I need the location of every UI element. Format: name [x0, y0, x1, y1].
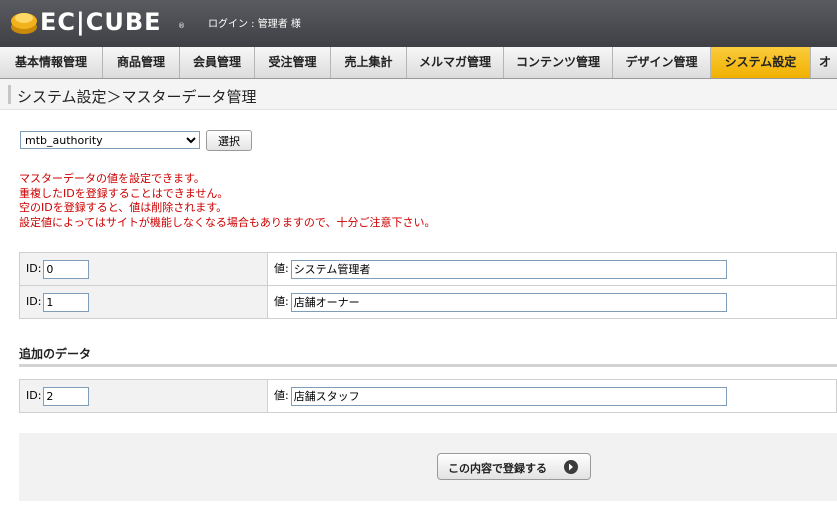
- nav-item-options[interactable]: オ: [811, 47, 837, 78]
- new-id-input[interactable]: [43, 386, 90, 406]
- nav-item-basic-info[interactable]: 基本情報管理: [0, 47, 103, 78]
- main-nav: 基本情報管理 商品管理 会員管理 受注管理 売上集計 メルマガ管理 コンテンツ管…: [0, 47, 837, 79]
- value-label: 値:: [273, 389, 289, 402]
- logo-text: EC|CUBE: [40, 8, 162, 36]
- notice-line: 空のIDを登録すると、値は削除されます。: [19, 201, 228, 214]
- logo-cube-icon: [11, 13, 37, 34]
- id-input[interactable]: [43, 259, 90, 279]
- value-label: 値:: [273, 262, 289, 275]
- notice-line: 重複したIDを登録することはできません。: [19, 186, 229, 200]
- value-input[interactable]: [290, 259, 727, 279]
- nav-item-sales[interactable]: 売上集計: [331, 47, 407, 78]
- title-accent: [8, 85, 11, 104]
- nav-item-customers[interactable]: 会員管理: [180, 47, 255, 78]
- value-cell: 値:: [266, 285, 837, 319]
- table-row: ID: 値:: [19, 285, 837, 319]
- id-input[interactable]: [43, 292, 90, 312]
- select-button[interactable]: 選択: [206, 130, 252, 151]
- title-bar: システム設定＞マスターデータ管理: [0, 79, 837, 110]
- value-cell: 値:: [266, 379, 837, 413]
- login-status: ログイン : 管理者 様: [208, 19, 301, 30]
- nav-item-orders[interactable]: 受注管理: [255, 47, 331, 78]
- id-cell: ID:: [19, 252, 268, 286]
- new-value-input[interactable]: [290, 386, 727, 406]
- nav-item-contents[interactable]: コンテンツ管理: [504, 47, 613, 78]
- id-label: ID:: [26, 295, 42, 308]
- id-label: ID:: [26, 262, 42, 275]
- footer-bar: [19, 433, 837, 501]
- nav-item-design[interactable]: デザイン管理: [613, 47, 711, 78]
- notice-line: マスターデータの値を設定できます。: [19, 172, 205, 185]
- arrow-right-circle-icon: [564, 460, 578, 474]
- master-data-select[interactable]: mtb_authority: [20, 131, 200, 149]
- id-cell: ID:: [19, 379, 268, 413]
- nav-item-products[interactable]: 商品管理: [103, 47, 180, 78]
- section-divider: [19, 364, 837, 367]
- header: EC|CUBE ® ログイン : 管理者 様: [0, 0, 837, 47]
- value-input[interactable]: [290, 292, 727, 312]
- page-title: システム設定＞マスターデータ管理: [17, 88, 257, 106]
- nav-item-system[interactable]: システム設定: [711, 47, 811, 78]
- table-row: ID: 値:: [19, 379, 837, 413]
- table-row: ID: 値:: [19, 252, 837, 286]
- add-data-table: ID: 値:: [19, 379, 837, 413]
- master-data-table: ID: 値: ID: 値:: [19, 252, 837, 319]
- value-cell: 値:: [266, 252, 837, 286]
- notice-text: マスターデータの値を設定できます。 重複したIDを登録することはできません。 空…: [19, 172, 435, 230]
- logo-registered-mark: ®: [178, 22, 185, 30]
- id-cell: ID:: [19, 285, 268, 319]
- add-data-heading: 追加のデータ: [19, 347, 92, 361]
- nav-item-mailmagazine[interactable]: メルマガ管理: [407, 47, 504, 78]
- submit-label: この内容で登録する: [448, 462, 547, 475]
- submit-button[interactable]: この内容で登録する: [437, 453, 591, 480]
- id-label: ID:: [26, 389, 42, 402]
- notice-line: 設定値によってはサイトが機能しなくなる場合もありますので、十分ご注意下さい。: [19, 215, 436, 229]
- value-label: 値:: [273, 295, 289, 308]
